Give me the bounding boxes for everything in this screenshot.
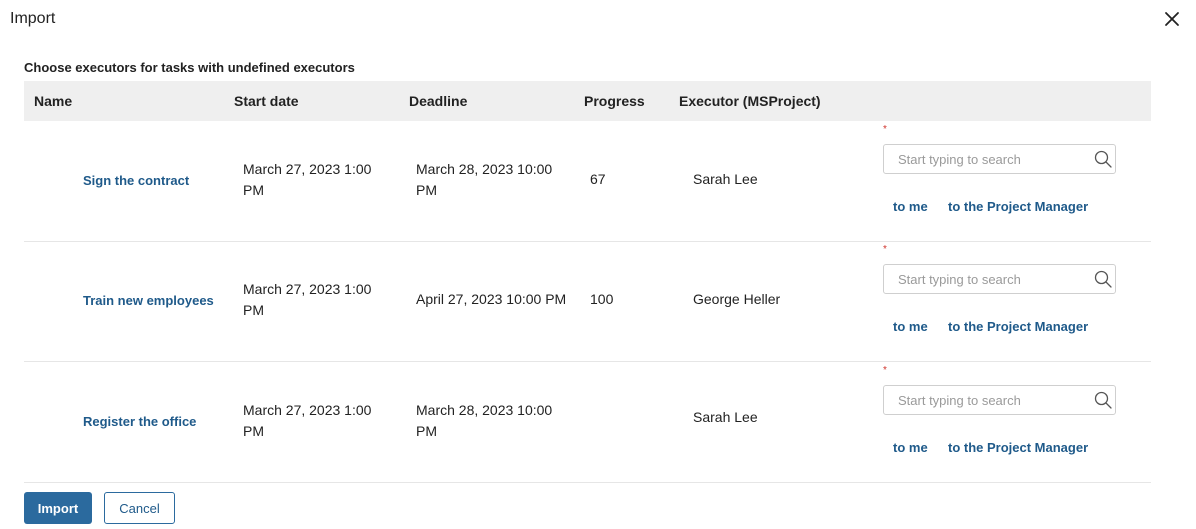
column-header-start-date: Start date bbox=[234, 93, 299, 109]
start-date: March 27, 2023 1:00 PM bbox=[243, 281, 372, 318]
table-row: Sign the contract March 27, 2023 1:00 PM… bbox=[24, 121, 1151, 242]
required-mark: * bbox=[883, 365, 887, 376]
deadline: March 28, 2023 10:00 PM bbox=[416, 402, 553, 439]
table-header: Name Start date Deadline Progress Execut… bbox=[24, 81, 1151, 121]
required-mark: * bbox=[883, 244, 887, 255]
column-header-executor: Executor (MSProject) bbox=[679, 93, 821, 109]
search-icon[interactable] bbox=[1094, 150, 1112, 168]
executor-name: Sarah Lee bbox=[693, 171, 758, 187]
executor-search-input[interactable] bbox=[884, 145, 1098, 173]
executor-search-field[interactable] bbox=[883, 264, 1116, 294]
progress-value: 100 bbox=[590, 291, 614, 307]
executor-search-field[interactable] bbox=[883, 144, 1116, 174]
table-row: Train new employees March 27, 2023 1:00 … bbox=[24, 241, 1151, 362]
table-row: Register the office March 27, 2023 1:00 … bbox=[24, 362, 1151, 483]
column-header-progress: Progress bbox=[584, 93, 645, 109]
import-button[interactable]: Import bbox=[24, 492, 92, 524]
dialog-title: Import bbox=[10, 10, 56, 27]
executor-search-input[interactable] bbox=[884, 386, 1098, 414]
column-header-deadline: Deadline bbox=[409, 93, 468, 109]
start-date: March 27, 2023 1:00 PM bbox=[243, 402, 372, 439]
assign-to-project-manager-link[interactable]: to the Project Manager bbox=[948, 319, 1088, 334]
task-name-link[interactable]: Register the office bbox=[83, 414, 196, 429]
task-name-link[interactable]: Sign the contract bbox=[83, 173, 189, 188]
progress-value: 67 bbox=[590, 171, 606, 187]
task-name-link[interactable]: Train new employees bbox=[83, 293, 214, 308]
executor-search-input[interactable] bbox=[884, 265, 1098, 293]
assign-to-project-manager-link[interactable]: to the Project Manager bbox=[948, 199, 1088, 214]
dialog-subtitle: Choose executors for tasks with undefine… bbox=[24, 60, 355, 75]
required-mark: * bbox=[883, 124, 887, 135]
start-date: March 27, 2023 1:00 PM bbox=[243, 161, 372, 198]
executor-name: Sarah Lee bbox=[693, 409, 758, 425]
cancel-button[interactable]: Cancel bbox=[104, 492, 175, 524]
executor-name: George Heller bbox=[693, 291, 781, 307]
assign-to-project-manager-link[interactable]: to the Project Manager bbox=[948, 440, 1088, 455]
assign-to-me-link[interactable]: to me bbox=[893, 319, 928, 334]
deadline: April 27, 2023 10:00 PM bbox=[416, 291, 567, 307]
executor-search-field[interactable] bbox=[883, 385, 1116, 415]
close-icon[interactable] bbox=[1162, 9, 1182, 29]
assign-to-me-link[interactable]: to me bbox=[893, 440, 928, 455]
search-icon[interactable] bbox=[1094, 270, 1112, 288]
column-header-name: Name bbox=[34, 93, 73, 109]
search-icon[interactable] bbox=[1094, 391, 1112, 409]
deadline: March 28, 2023 10:00 PM bbox=[416, 161, 553, 198]
assign-to-me-link[interactable]: to me bbox=[893, 199, 928, 214]
